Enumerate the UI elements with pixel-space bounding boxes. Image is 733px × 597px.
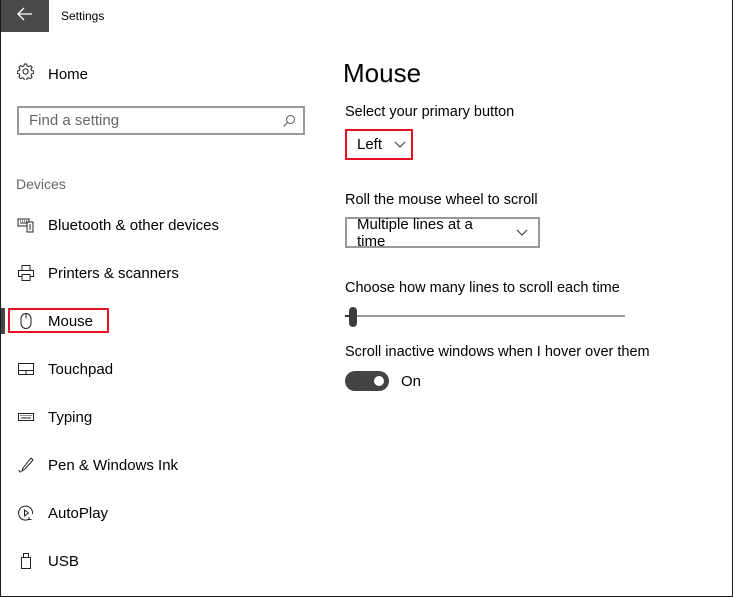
primary-button-dropdown[interactable]: Left — [345, 129, 413, 160]
sidebar-item-bluetooth[interactable]: Bluetooth & other devices — [1, 207, 301, 243]
lines-to-scroll-label: Choose how many lines to scroll each tim… — [345, 280, 620, 296]
touchpad-icon — [17, 360, 35, 378]
title-bar: Settings — [1, 0, 732, 32]
page-title: Mouse — [343, 58, 422, 88]
sidebar-item-label: USB — [48, 552, 79, 570]
sidebar-item-home[interactable]: Home — [16, 62, 89, 86]
inactive-scroll-toggle[interactable] — [345, 371, 389, 391]
sidebar-item-label: Bluetooth & other devices — [48, 216, 219, 234]
sidebar-item-label: Typing — [48, 408, 93, 426]
wheel-scroll-label: Roll the mouse wheel to scroll — [345, 192, 538, 208]
window-title: Settings — [61, 9, 105, 23]
sidebar-item-label: Mouse — [48, 312, 94, 330]
search-icon[interactable] — [275, 114, 303, 128]
pen-icon — [17, 456, 35, 474]
sidebar-item-label: Touchpad — [48, 360, 114, 378]
autoplay-icon — [17, 504, 35, 522]
printer-icon — [17, 264, 35, 282]
sidebar-item-home-label: Home — [48, 65, 89, 83]
sidebar: Home Devices Bluetooth & other — [1, 32, 331, 597]
mouse-icon — [17, 312, 35, 330]
bluetooth-devices-icon — [17, 216, 35, 234]
wheel-scroll-dropdown[interactable]: Multiple lines at a time — [345, 215, 540, 250]
chevron-down-icon — [516, 229, 528, 236]
sidebar-item-label: AutoPlay — [48, 504, 109, 522]
sidebar-item-label: Printers & scanners — [48, 264, 179, 282]
toggle-knob — [374, 376, 384, 386]
search-input[interactable] — [29, 112, 275, 129]
toggle-state-label: On — [401, 372, 422, 390]
arrow-left-icon — [17, 7, 33, 26]
keyboard-icon — [17, 408, 35, 426]
sidebar-item-printers[interactable]: Printers & scanners — [1, 255, 301, 291]
inactive-scroll-label: Scroll inactive windows when I hover ove… — [345, 344, 650, 360]
sidebar-item-label: Pen & Windows Ink — [48, 456, 179, 474]
inactive-scroll-row: On — [345, 371, 421, 391]
search-box[interactable] — [17, 106, 305, 135]
sidebar-item-usb[interactable]: USB — [1, 543, 301, 579]
sidebar-item-typing[interactable]: Typing — [1, 399, 301, 435]
chevron-down-icon — [394, 141, 406, 148]
primary-button-value: Left — [357, 136, 383, 153]
gear-icon — [16, 63, 35, 85]
slider-thumb[interactable] — [349, 307, 357, 327]
section-label-devices: Devices — [16, 176, 66, 192]
primary-button-label: Select your primary button — [345, 104, 515, 120]
sidebar-item-autoplay[interactable]: AutoPlay — [1, 495, 301, 531]
wheel-scroll-value: Multiple lines at a time — [357, 215, 473, 250]
sidebar-item-mouse[interactable]: Mouse — [1, 303, 301, 339]
usb-icon — [17, 552, 35, 570]
back-button[interactable] — [1, 0, 49, 32]
sidebar-item-pen[interactable]: Pen & Windows Ink — [1, 447, 301, 483]
lines-to-scroll-slider[interactable] — [345, 304, 625, 328]
sidebar-item-touchpad[interactable]: Touchpad — [1, 351, 301, 387]
slider-track — [345, 315, 625, 317]
settings-window: Settings Home Devices — [0, 0, 733, 597]
